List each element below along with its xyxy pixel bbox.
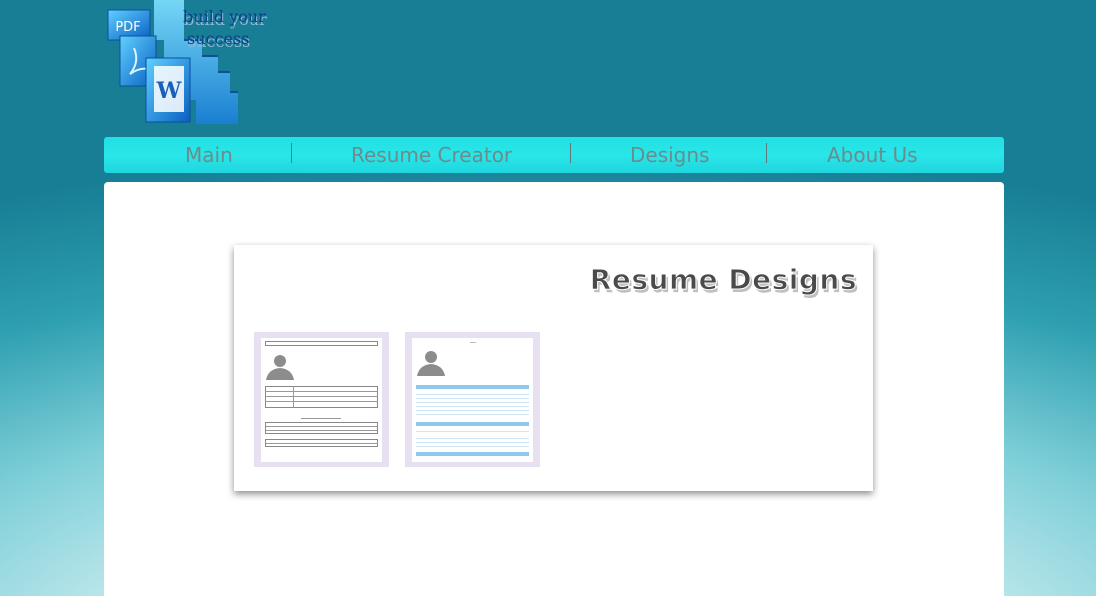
nav-separator [291,143,292,163]
resume-preview [261,338,382,462]
nav-separator [766,143,767,163]
section-bar-languages [416,452,529,456]
logo-line-2: success [187,29,250,48]
logo-slogan: build your success [183,6,266,50]
logo-line-1: build your [183,7,266,26]
personal-info-table [265,386,378,408]
main-nav: Main Resume Creator Designs About Us [104,137,1004,173]
designs-card: Resume Designs [234,245,873,491]
nav-item-main[interactable]: Main [185,143,233,167]
nav-item-designs[interactable]: Designs [630,143,709,167]
avatar-icon [417,351,445,376]
resume-design-thumbnail-2[interactable] [405,332,540,467]
resume-preview [412,338,533,462]
avatar-icon [266,355,294,380]
name-box [265,341,378,346]
work-experience-table [265,422,378,434]
nav-item-about-us[interactable]: About Us [827,143,918,167]
page-title: Resume Designs [589,263,857,297]
resume-design-thumbnail-1[interactable] [254,332,389,467]
section-bar-personal [416,385,529,389]
pdf-label: PDF [115,20,140,35]
section-bar-work [416,422,529,426]
word-label: W [156,78,182,104]
nav-item-resume-creator[interactable]: Resume Creator [351,143,512,167]
nav-separator [570,143,571,163]
